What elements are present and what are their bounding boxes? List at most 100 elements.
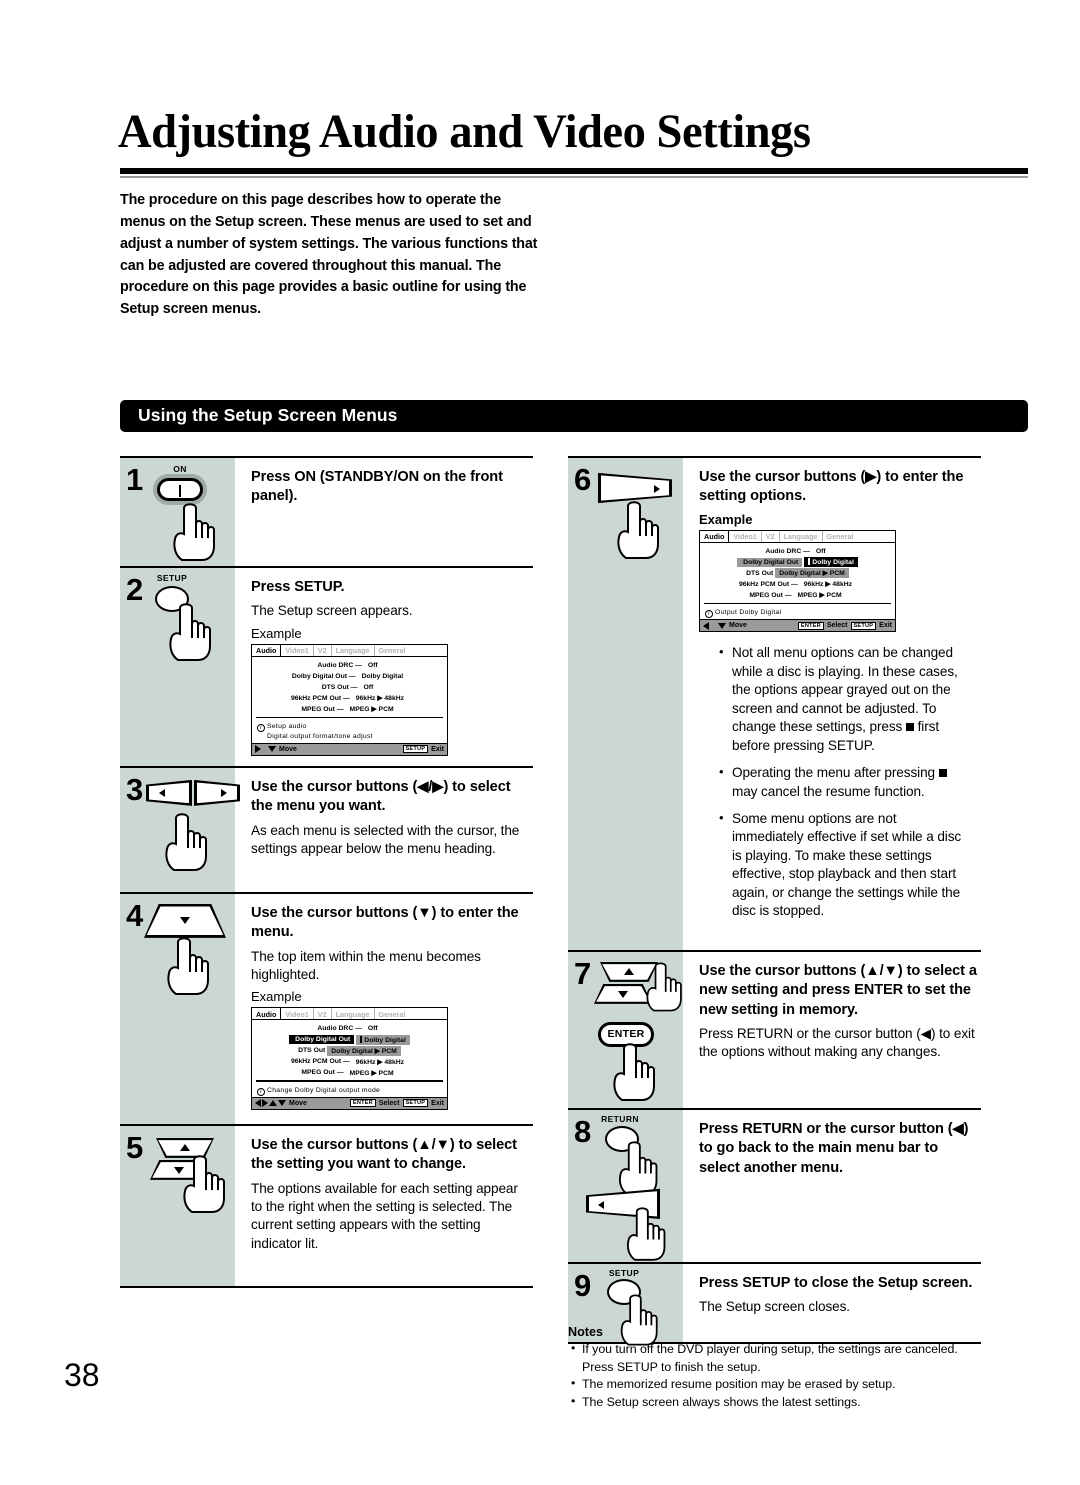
- manual-page: Adjusting Audio and Video Settings The p…: [0, 0, 1080, 1485]
- bullet-item: Some menu options are not immediately ef…: [719, 809, 967, 921]
- osd-1-info: i Setup audio Digital output format/tone …: [252, 720, 447, 743]
- page-number: 38: [64, 1357, 100, 1393]
- step-8-body: Press RETURN or the cursor button (◀) to…: [683, 1110, 981, 1262]
- cursor-left-button-icon: [146, 779, 192, 806]
- step-4-title: Use the cursor buttons (▼) to enter the …: [251, 904, 519, 941]
- bullet-item: Operating the menu after pressing may ca…: [719, 763, 967, 801]
- step-6-icon-area: 6: [568, 458, 683, 950]
- osd-3-exit-label[interactable]: Exit: [879, 622, 892, 629]
- osd-2-setup-key[interactable]: SETUP: [402, 1099, 429, 1108]
- step-7: 7 ENTER Use the cursor buttons (▲/▼) to …: [568, 949, 981, 1108]
- osd-2-enter-key[interactable]: ENTER: [349, 1099, 376, 1108]
- osd-3-tabs: Audio Video1 V2 Language General: [700, 530, 895, 543]
- step-3-icon-area: 3: [120, 767, 240, 892]
- setup-button-label-2: SETUP: [156, 573, 188, 583]
- step-6-title: Use the cursor buttons (▶) to enter the …: [699, 469, 964, 505]
- osd-3-tab-general[interactable]: General: [823, 531, 895, 542]
- info-icon: i: [705, 610, 713, 619]
- osd-1-setup-key[interactable]: SETUP: [402, 745, 429, 754]
- osd-3-row-value: 96kHz ▶ 48kHz: [803, 581, 853, 589]
- osd-2-tab-general[interactable]: General: [375, 1008, 447, 1019]
- arrow-right-icon: [255, 745, 261, 754]
- osd-2-footer-arrows: [255, 1099, 286, 1108]
- osd-3-row-value[interactable]: Dolby Digital: [804, 557, 858, 568]
- step-6-number: 6: [574, 462, 592, 497]
- osd-1-row: MPEG Out — MPEG ▶ PCM: [252, 704, 447, 715]
- osd-3-row: Audio DRC — Off: [700, 546, 895, 557]
- osd-3-row-label: 96kHz PCM Out: [738, 580, 790, 588]
- osd-3-tab-video1[interactable]: Video1: [729, 530, 762, 542]
- step-5-icon-area: 5: [120, 1125, 235, 1286]
- step-4-icon-area: 4: [120, 893, 235, 1124]
- osd-2-row-value: MPEG ▶ PCM: [349, 1069, 394, 1077]
- pointing-hand-icon: [646, 962, 682, 1012]
- pointing-hand-icon: [165, 813, 207, 871]
- return-button-label: RETURN: [601, 1113, 639, 1124]
- osd-3-setup-key[interactable]: SETUP: [850, 621, 877, 630]
- cursor-right-button-icon: [194, 779, 240, 806]
- osd-1-row: 96kHz PCM Out — 96kHz ▶ 48kHz: [252, 693, 447, 704]
- osd-2-row-label: Audio DRC: [317, 1025, 354, 1033]
- osd-3-rows: Audio DRC — Off Dolby Digital Out Dolby D…: [700, 543, 895, 601]
- osd-3-enter-key[interactable]: ENTER: [797, 621, 824, 630]
- osd-2-row-label[interactable]: Dolby Digital Out: [289, 1035, 355, 1045]
- osd-2-row: MPEG Out — MPEG ▶ PCM: [252, 1067, 447, 1078]
- osd-3-row: DTS Out Dolby Digital ▶ PCM: [700, 568, 895, 579]
- bullet-item: Not all menu options can be changed whil…: [719, 643, 967, 755]
- step-9-title: Press SETUP to close the Setup screen.: [699, 1274, 973, 1291]
- osd-1-tab-language[interactable]: Language: [332, 644, 375, 656]
- osd-2-tab-v2[interactable]: V2: [314, 1008, 332, 1020]
- osd-2-row: Audio DRC — Off: [252, 1023, 447, 1034]
- osd-1-row-label: Dolby Digital Out: [291, 672, 347, 680]
- osd-1-row: Audio DRC — Off: [252, 660, 447, 671]
- title-rule-thin: [120, 176, 1028, 178]
- pointing-hand-icon: [167, 937, 209, 995]
- step-7-desc: Press RETURN or the cursor button (◀) to…: [699, 1026, 975, 1060]
- osd-3-tab-audio[interactable]: Audio: [700, 530, 730, 542]
- osd-screen-1: Audio Video1 V2 Language General Audio D…: [251, 643, 448, 756]
- osd-2-tab-video1[interactable]: Video1: [281, 1008, 314, 1020]
- step-5-body: Use the cursor buttons (▲/▼) to select t…: [235, 1126, 533, 1286]
- osd-3-row-label: DTS Out: [746, 569, 774, 577]
- osd-2-tab-language[interactable]: Language: [332, 1008, 375, 1020]
- osd-2-tabs: Audio Video1 V2 Language General: [252, 1008, 447, 1021]
- step-4-number: 4: [126, 897, 144, 933]
- osd-screen-3: Audio Video1 V2 Language General Audio D…: [699, 529, 896, 633]
- osd-1-exit-label[interactable]: Exit: [431, 746, 444, 753]
- osd-2-row-label: MPEG Out: [301, 1069, 335, 1077]
- osd-3-tab-v2[interactable]: V2: [762, 530, 780, 542]
- osd-1-tab-general[interactable]: General: [375, 645, 447, 656]
- right-column: 6 Use the cursor buttons (▶) to enter th…: [568, 456, 981, 1346]
- osd-3-row-label[interactable]: Dolby Digital Out: [737, 557, 803, 567]
- osd-1-row-value: Off: [363, 683, 374, 691]
- step-4-body: Use the cursor buttons (▼) to enter the …: [235, 894, 533, 1124]
- osd-1-footer: Move SETUP Exit: [252, 742, 447, 755]
- on-button-label: ON: [173, 464, 187, 474]
- osd-1-tab-audio[interactable]: Audio: [252, 644, 282, 656]
- step-3-desc: As each menu is selected with the cursor…: [251, 822, 520, 857]
- pointing-hand-icon: [618, 1141, 658, 1195]
- on-standby-button-icon: [157, 478, 203, 501]
- step-1-number: 1: [126, 462, 144, 497]
- notes-heading: Notes: [568, 1325, 603, 1339]
- osd-2-row-label: 96kHz PCM Out: [290, 1058, 342, 1066]
- osd-2-info-line1: Change Dolby Digital output mode: [267, 1086, 381, 1094]
- note-item: The Setup screen always shows the latest…: [568, 1393, 988, 1412]
- note-item: The memorized resume position may be era…: [568, 1375, 988, 1394]
- osd-2-row-value[interactable]: Dolby Digital: [356, 1034, 410, 1045]
- osd-1-row-value: Dolby Digital: [361, 672, 404, 680]
- left-column: 1 ON Press ON (STANDBY/ON on the front p…: [120, 456, 533, 1288]
- step-2-body: Press SETUP. The Setup screen appears. E…: [235, 568, 533, 766]
- osd-3-row: 96kHz PCM Out — 96kHz ▶ 48kHz: [700, 579, 895, 590]
- step-1-icon-area: 1 ON: [120, 458, 235, 566]
- osd-2-info: i Change Dolby Digital output mode: [252, 1084, 447, 1097]
- osd-1-tab-video1[interactable]: Video1: [281, 644, 314, 656]
- osd-2-row-label: DTS Out: [298, 1047, 326, 1055]
- osd-2-tab-audio[interactable]: Audio: [252, 1008, 282, 1020]
- osd-3-tab-language[interactable]: Language: [780, 530, 823, 542]
- osd-1-tab-v2[interactable]: V2: [314, 644, 332, 656]
- osd-3-row-label: MPEG Out: [749, 591, 783, 599]
- osd-3-info: i Output Dolby Digital: [700, 606, 895, 619]
- osd-2-exit-label[interactable]: Exit: [431, 1100, 444, 1107]
- arrow-left-icon: [703, 621, 709, 630]
